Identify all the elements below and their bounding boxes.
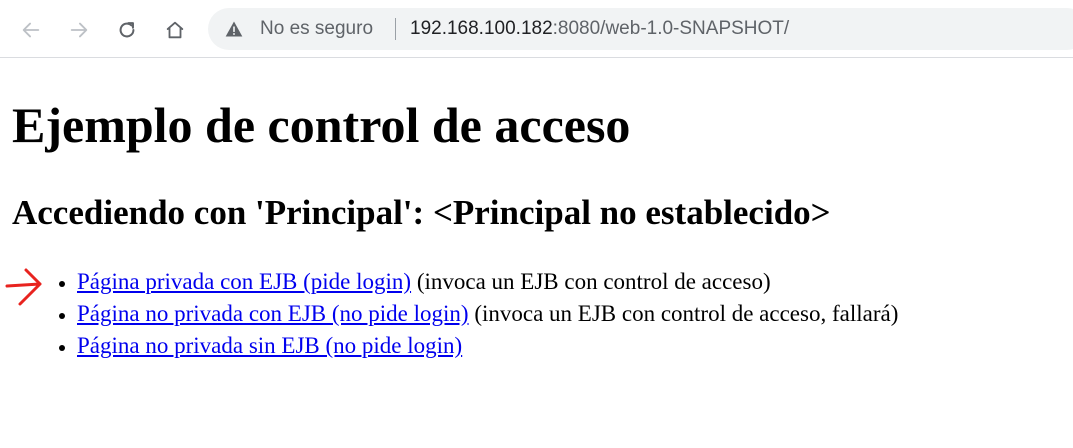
home-icon [166, 21, 184, 39]
url-text[interactable]: 192.168.100.182:8080/web-1.0-SNAPSHOT/ [410, 18, 789, 40]
back-button[interactable] [15, 14, 47, 46]
link-list: Página privada con EJB (pide login) (inv… [0, 266, 898, 362]
arrow-right-icon [70, 22, 88, 38]
reload-icon [119, 22, 135, 38]
page-title: Ejemplo de control de acceso [12, 97, 631, 153]
reload-button[interactable] [111, 14, 143, 46]
principal-heading: Accediendo con 'Principal': <Principal n… [12, 193, 831, 232]
list-item: Página privada con EJB (pide login) (inv… [77, 266, 898, 298]
list-item: Página no privada con EJB (no pide login… [77, 298, 898, 330]
public-ejb-link[interactable]: Página no privada con EJB (no pide login… [77, 301, 469, 326]
link-note: (invoca un EJB con control de acceso, fa… [468, 301, 899, 326]
address-bar[interactable]: No es seguro 192.168.100.182:8080/web-1.… [208, 8, 1073, 50]
private-ejb-link[interactable]: Página privada con EJB (pide login) [77, 269, 411, 294]
list-item: Página no privada sin EJB (no pide login… [77, 330, 898, 362]
warning-icon[interactable] [224, 19, 244, 39]
arrow-left-icon [22, 22, 40, 38]
url-path: :8080/web-1.0-SNAPSHOT/ [552, 18, 790, 39]
omnibox-separator [395, 18, 396, 40]
home-button[interactable] [159, 14, 191, 46]
link-note: (invoca un EJB con control de acceso) [411, 269, 771, 294]
security-label[interactable]: No es seguro [260, 18, 373, 40]
public-no-ejb-link[interactable]: Página no privada sin EJB (no pide login… [77, 333, 462, 358]
forward-button[interactable] [63, 14, 95, 46]
browser-toolbar: No es seguro 192.168.100.182:8080/web-1.… [0, 0, 1073, 58]
url-host: 192.168.100.182 [410, 18, 553, 39]
